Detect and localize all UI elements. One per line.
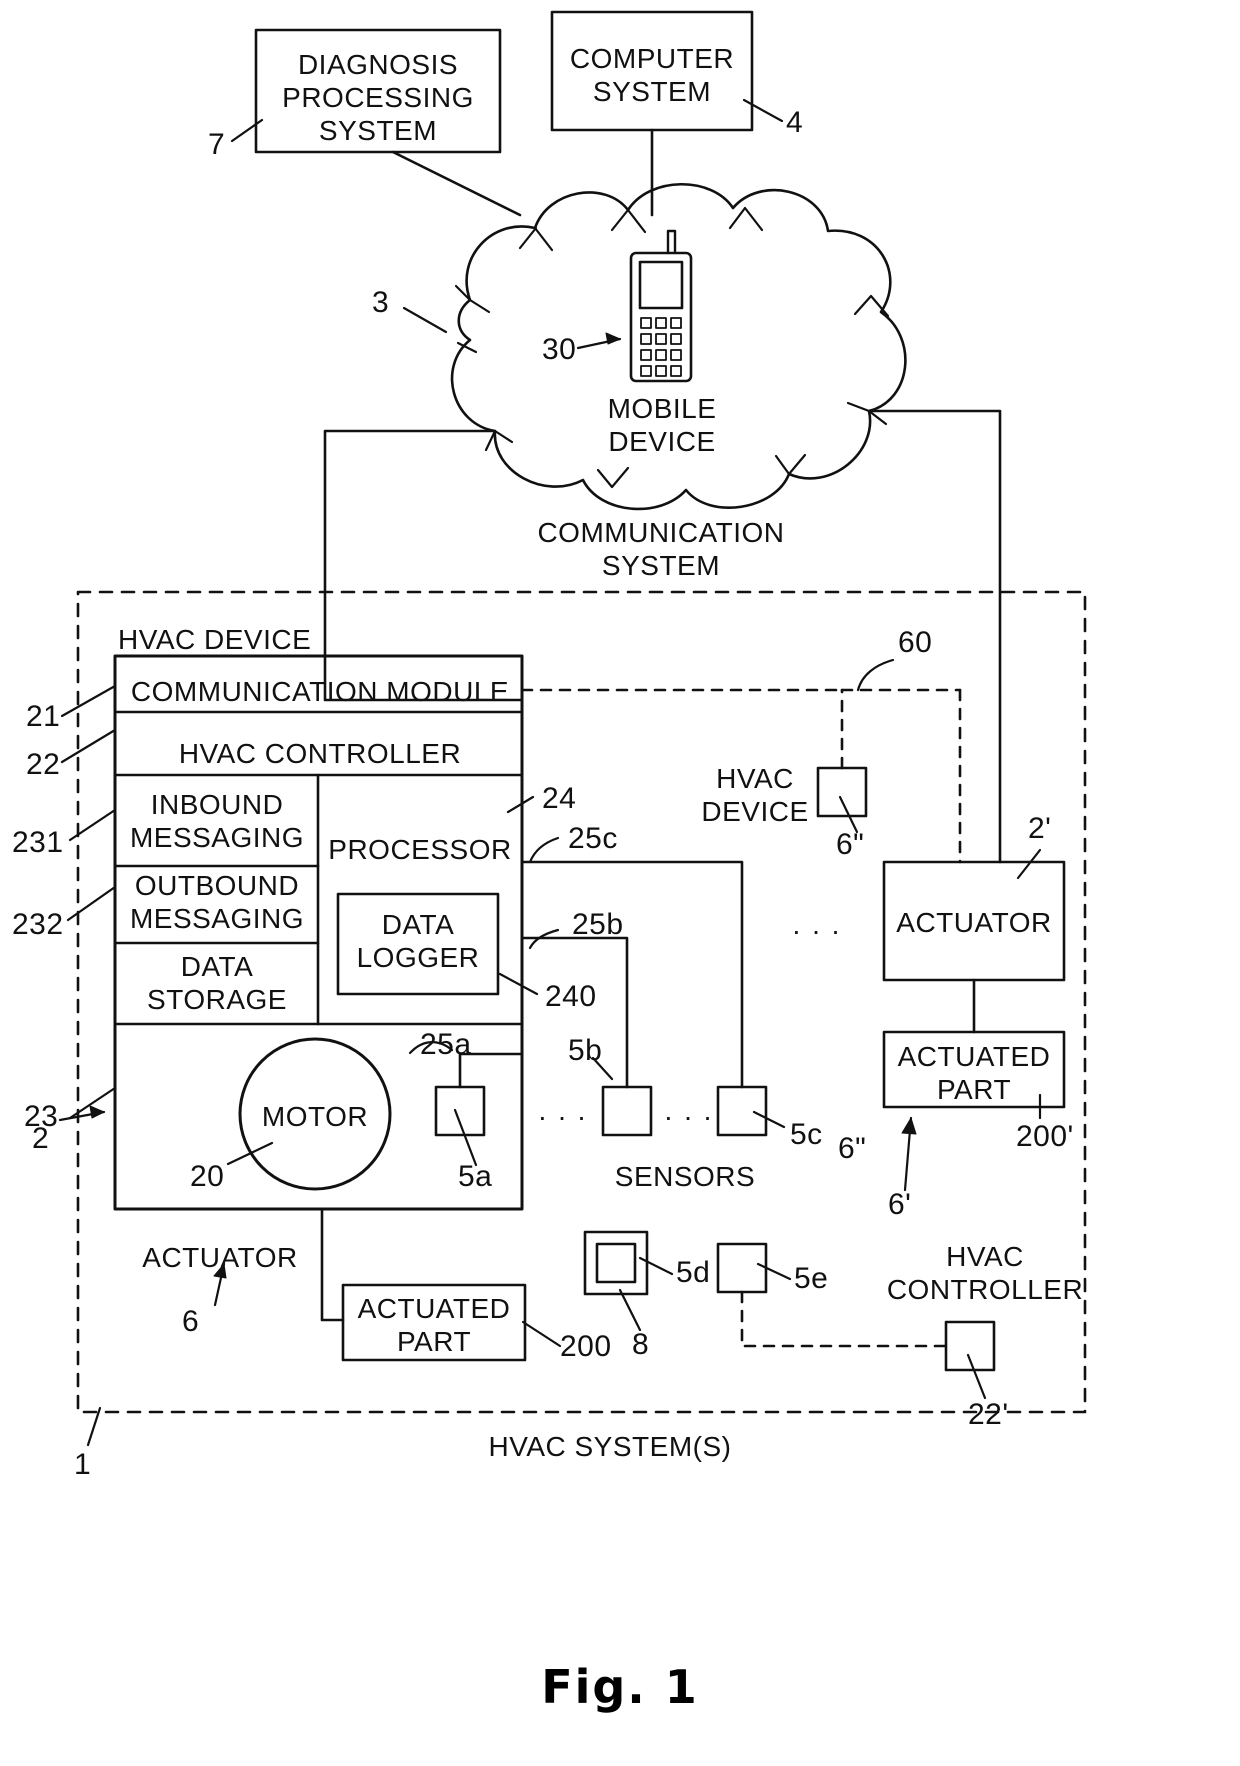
hvac-controller-22p-box: [944, 1320, 996, 1372]
ellipsis-sensors-left: . . .: [538, 1095, 588, 1126]
ref-60: 60: [898, 626, 933, 659]
computer-system-label: COMPUTER SYSTEM: [569, 43, 735, 108]
data-logger-label: DATA LOGGER: [356, 909, 480, 974]
communication-system-label: COMMUNICATION SYSTEM: [537, 517, 785, 582]
actuated-part-left-label: ACTUATED PART: [357, 1293, 511, 1358]
ellipsis-sensors-right: . . .: [664, 1095, 714, 1126]
hvac-device-outer-label: HVAC DEVICE: [118, 624, 312, 655]
hvac-systems-label: HVAC SYSTEM(S): [488, 1431, 732, 1462]
hvac-device-6pp-box: [816, 766, 868, 818]
outbound-messaging-label: OUTBOUND MESSAGING: [129, 870, 305, 935]
ref-25c: 25c: [568, 822, 618, 855]
ref-200: 200: [560, 1330, 612, 1363]
sensor-5b-box: [601, 1085, 653, 1137]
communication-module-label: COMMUNICATION MODULE: [130, 676, 510, 707]
mobile-device-screen: [638, 260, 684, 310]
ref-5a: 5a: [458, 1160, 493, 1193]
mobile-device-label: MOBILE DEVICE: [607, 393, 717, 458]
figure-canvas: DIAGNOSIS PROCESSING SYSTEM COMPUTER SYS…: [0, 0, 1240, 1766]
ref-200p: 200': [1016, 1120, 1074, 1153]
processor-label: PROCESSOR: [328, 834, 512, 865]
right-actuator-label: ACTUATOR: [896, 907, 1052, 938]
ref-232: 232: [12, 908, 64, 941]
sensor-5d-inner-box: [595, 1242, 637, 1284]
ref-6: 6: [182, 1305, 200, 1338]
ref-24: 24: [542, 782, 577, 815]
ref-5c: 5c: [790, 1118, 823, 1151]
cloud-to-comm-module-link: [323, 429, 524, 702]
motor-label: MOTOR: [261, 1101, 369, 1132]
ref-5b: 5b: [568, 1034, 603, 1067]
ref-30: 30: [542, 333, 577, 366]
ref-240: 240: [545, 980, 597, 1013]
ref-6pp-device: 6": [836, 828, 865, 861]
ref-1: 1: [74, 1448, 92, 1481]
ref-4: 4: [786, 106, 804, 139]
right-actuated-part-label: ACTUATED PART: [897, 1041, 1051, 1106]
figure-caption: Fig. 1: [541, 1660, 699, 1714]
hvac-controller-label: HVAC CONTROLLER: [178, 738, 462, 769]
ref-8: 8: [632, 1328, 650, 1361]
ref-22: 22: [26, 748, 61, 781]
ref-3: 3: [372, 286, 390, 319]
ref-2-left: 2: [32, 1122, 50, 1155]
actuator-left-label: ACTUATOR: [142, 1242, 298, 1273]
ref-20: 20: [190, 1160, 225, 1193]
ref-7: 7: [208, 128, 226, 161]
right-hvac-controller-label: HVAC CONTROLLER: [886, 1241, 1084, 1306]
data-storage-label: DATA STORAGE: [147, 951, 287, 1016]
ref-25b: 25b: [572, 908, 624, 941]
hvac-device-secondary-label: HVAC DEVICE: [701, 763, 809, 828]
ref-6pp: 6": [838, 1132, 867, 1165]
sensor-5d-outer-box: [583, 1230, 649, 1296]
cloud-to-right-actuator-link: [867, 409, 1002, 864]
sensors-label: SENSORS: [614, 1161, 756, 1192]
mobile-device-antenna: [666, 229, 677, 255]
sensor-5e-box: [716, 1242, 768, 1294]
ref-6p: 6': [888, 1188, 912, 1221]
sensor-5a-box: [434, 1085, 486, 1137]
mobile-device-body: [629, 251, 693, 383]
ref-5e: 5e: [794, 1262, 829, 1295]
ref-2p: 2': [1028, 812, 1052, 845]
inbound-messaging-label: INBOUND MESSAGING: [129, 789, 305, 854]
ref-231: 231: [12, 826, 64, 859]
communication-cloud: [450, 182, 907, 511]
ref-25a: 25a: [420, 1028, 472, 1061]
ref-21: 21: [26, 700, 61, 733]
ref-22p: 22': [968, 1398, 1009, 1431]
diagnosis-processing-system-label: DIAGNOSIS PROCESSING SYSTEM: [282, 49, 474, 147]
ref-5d: 5d: [676, 1256, 711, 1289]
ellipsis-right-actuators: . . .: [792, 909, 842, 940]
sensor-5c-box: [716, 1085, 768, 1137]
